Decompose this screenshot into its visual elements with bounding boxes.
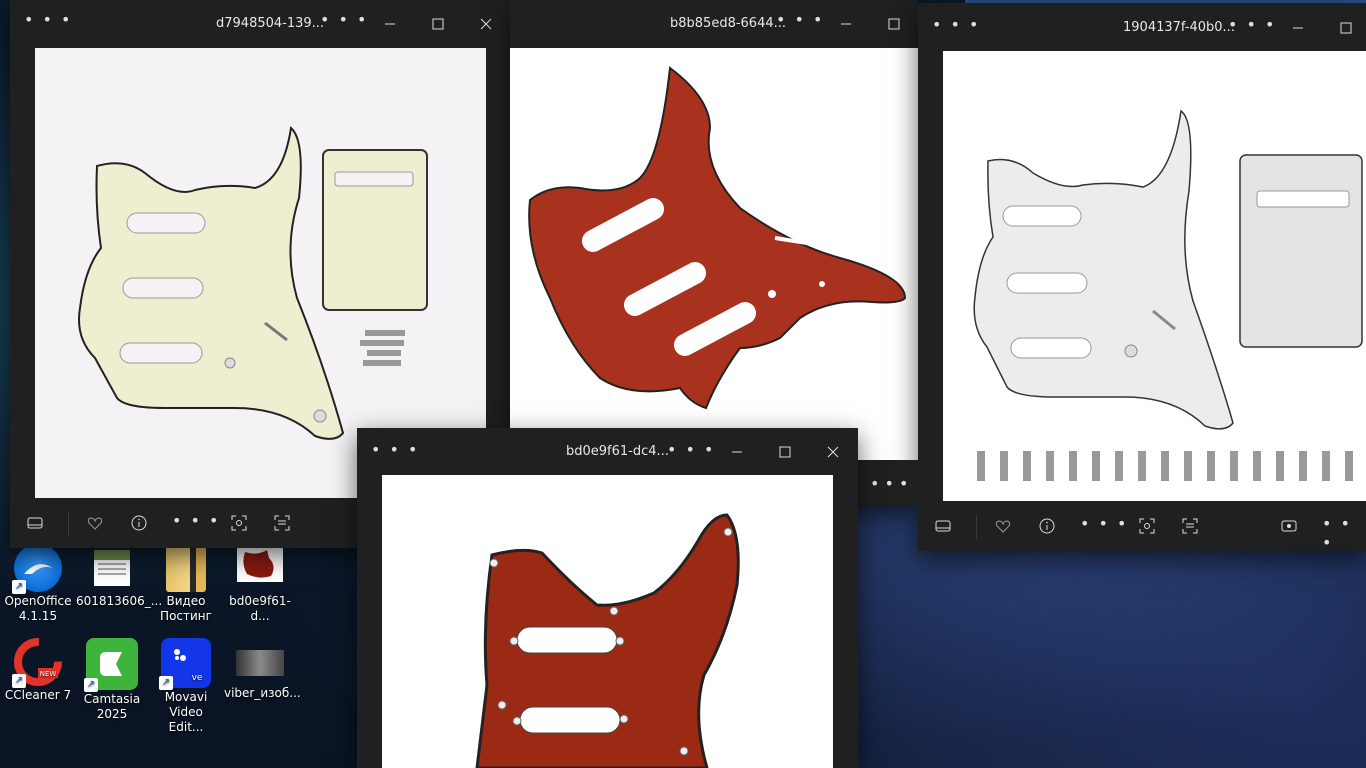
maximize-icon[interactable]: [428, 14, 448, 34]
image-thumbnail-icon: [94, 550, 130, 586]
info-icon[interactable]: [130, 514, 148, 532]
maximize-icon[interactable]: [775, 442, 795, 462]
filmstrip-icon[interactable]: [26, 514, 44, 532]
folder-icon: [166, 544, 206, 592]
favorite-heart-icon[interactable]: [86, 514, 104, 532]
text-scan-icon[interactable]: [1181, 517, 1199, 535]
window-title: b8b85ed8-6644...: [670, 16, 787, 31]
toolbar-divider: [976, 515, 977, 539]
desktop-icon-movavi[interactable]: ve ↗ Movavi Video Edit...: [150, 638, 222, 735]
slideshow-icon[interactable]: [1280, 517, 1298, 535]
desktop-icon-label: Camtasia 2025: [83, 692, 141, 721]
filmstrip-icon[interactable]: [934, 517, 952, 535]
photo-tortoise-pickguard-large: [382, 475, 833, 768]
title-bar: b8b85ed8-6644... • • •: [510, 0, 918, 48]
image-thumbnail-icon: [236, 650, 284, 676]
svg-text:NEW: NEW: [40, 670, 57, 678]
more-options-icon[interactable]: • • •: [24, 10, 72, 29]
more-options-icon[interactable]: • • •: [667, 440, 715, 459]
close-icon[interactable]: [476, 14, 496, 34]
minimize-icon[interactable]: [727, 442, 747, 462]
window-title: bd0e9f61-dc4...: [566, 444, 669, 459]
favorite-heart-icon[interactable]: [994, 517, 1012, 535]
title-bar: • • • 1904137f-40b0... • • •: [918, 3, 1366, 51]
desktop-icon-label: Видео Постинг: [160, 594, 212, 623]
desktop-icon-viber-image[interactable]: viber_изоб...: [224, 638, 301, 701]
more-options-icon[interactable]: • • •: [1322, 514, 1366, 552]
info-icon[interactable]: [1038, 517, 1056, 535]
shortcut-arrow-icon: ↗: [12, 674, 26, 688]
photos-window-3[interactable]: • • • 1904137f-40b0... • • • • • • • • •: [918, 3, 1366, 552]
maximize-icon[interactable]: [884, 14, 904, 34]
title-bar: • • • bd0e9f61-dc4... • • •: [357, 428, 858, 476]
toolbar-divider: [68, 512, 69, 536]
more-options-icon[interactable]: • • •: [172, 511, 220, 530]
more-options-icon[interactable]: • • •: [932, 15, 980, 34]
desktop-icon-ccleaner[interactable]: NEW ↗ CCleaner 7: [2, 638, 74, 703]
photo-tortoise-pickguard: [510, 48, 918, 460]
minimize-icon[interactable]: [1288, 18, 1308, 38]
desktop-icon-folder-video[interactable]: Видео Постинг: [150, 544, 222, 624]
photo-white-pickguard: [943, 51, 1366, 501]
title-bar: • • • d7948504-139... • • •: [10, 0, 510, 48]
more-options-icon[interactable]: • • •: [776, 10, 824, 29]
maximize-icon[interactable]: [1336, 18, 1356, 38]
desktop-icon-openoffice[interactable]: ↗ OpenOffice 4.1.15: [2, 544, 74, 624]
close-icon[interactable]: [823, 442, 843, 462]
more-options-icon[interactable]: • • •: [1080, 514, 1128, 533]
desktop-icon-label: viber_изоб...: [224, 686, 301, 700]
desktop-icon-image-bd0e9f61[interactable]: bd0e9f61-d...: [224, 544, 296, 624]
ccleaner-icon: NEW ↗: [12, 638, 62, 688]
desktop-icon-label: OpenOffice 4.1.15: [4, 594, 72, 623]
desktop-icon-label: CCleaner 7: [4, 688, 72, 702]
desktop-icon-image-601813606[interactable]: 601813606_...: [76, 544, 162, 609]
minimize-icon[interactable]: [380, 14, 400, 34]
viewer-toolbar: • • • • • •: [918, 503, 1366, 552]
desktop-icon-label: Movavi Video Edit...: [164, 690, 208, 734]
window-title: d7948504-139...: [216, 16, 325, 31]
shortcut-arrow-icon: ↗: [159, 676, 173, 690]
photos-window-4[interactable]: • • • bd0e9f61-dc4... • • •: [357, 428, 858, 768]
image-thumbnail-icon: [237, 546, 283, 582]
visual-search-icon[interactable]: [230, 514, 248, 532]
more-options-icon[interactable]: • • •: [320, 10, 368, 29]
minimize-icon[interactable]: [836, 14, 856, 34]
movavi-icon: ve ↗: [159, 638, 211, 690]
desktop-icon-camtasia[interactable]: ↗ Camtasia 2025: [76, 638, 148, 722]
desktop-icon-label: bd0e9f61-d...: [229, 594, 291, 623]
shortcut-arrow-icon: ↗: [84, 678, 98, 692]
text-scan-icon[interactable]: [273, 514, 291, 532]
camtasia-icon: ↗: [84, 638, 138, 692]
shortcut-arrow-icon: ↗: [12, 580, 26, 594]
visual-search-icon[interactable]: [1138, 517, 1156, 535]
svg-text:ve: ve: [192, 673, 203, 683]
more-options-icon[interactable]: • • •: [371, 440, 419, 459]
window-title: 1904137f-40b0...: [1123, 20, 1235, 35]
openoffice-icon: ↗: [12, 544, 62, 594]
more-options-icon[interactable]: • • •: [1228, 15, 1276, 34]
more-options-icon[interactable]: • • •: [870, 474, 908, 493]
photos-window-2-toolbar-fragment: • • •: [858, 460, 918, 505]
